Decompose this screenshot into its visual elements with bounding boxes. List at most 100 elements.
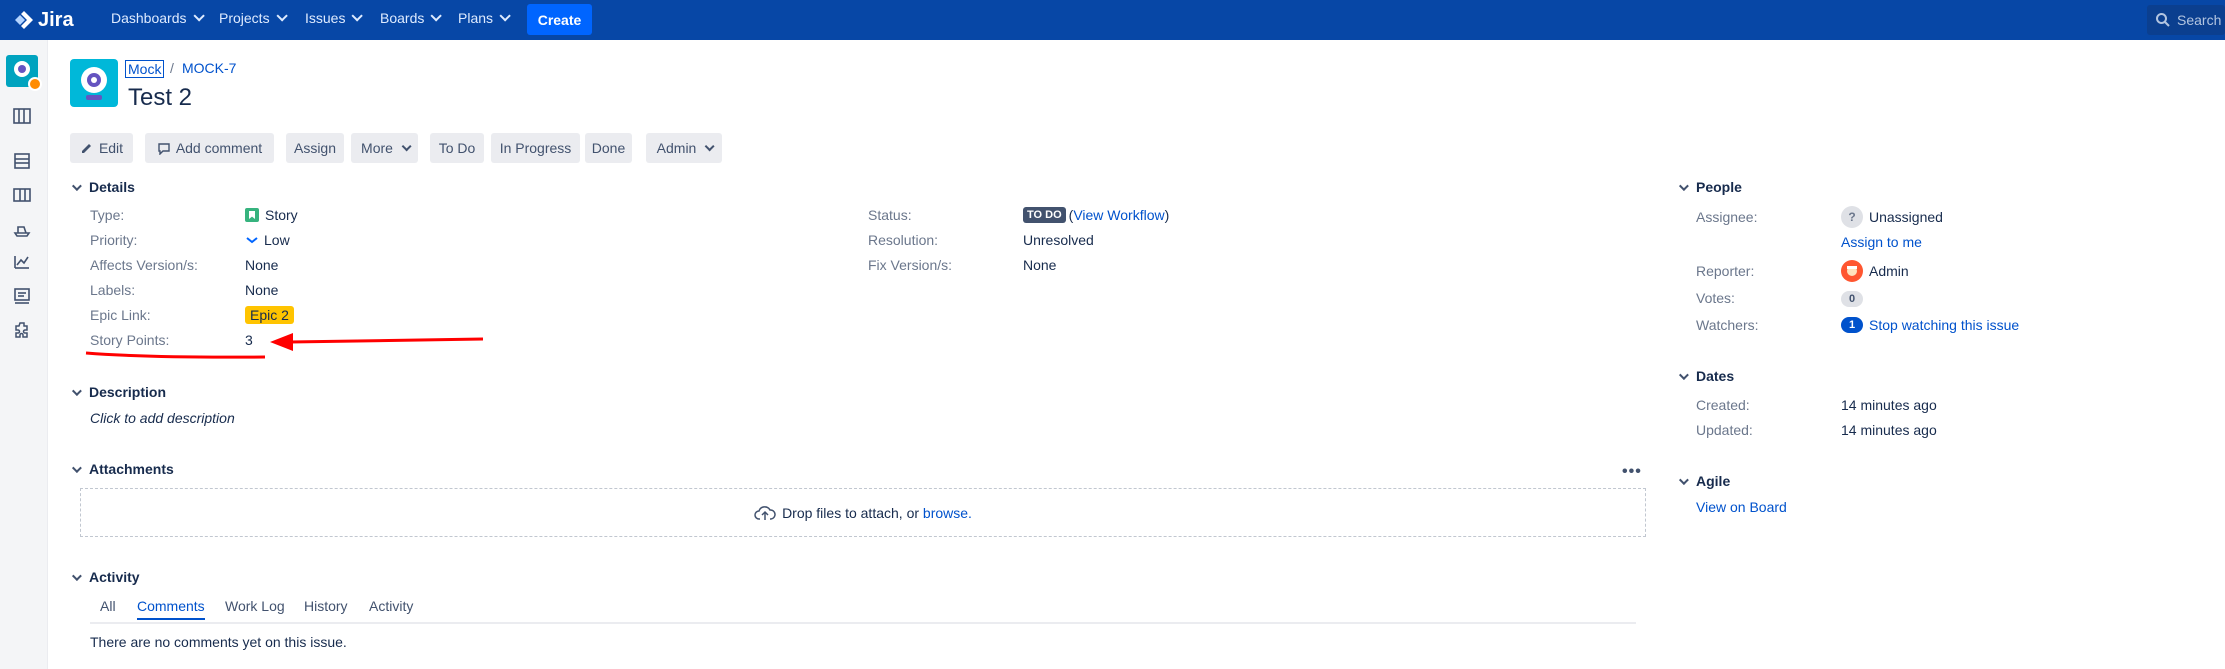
epic-link-label: Epic Link:: [90, 307, 151, 323]
search-input[interactable]: Search: [2147, 5, 2225, 35]
comment-icon: [158, 143, 170, 155]
done-transition-button[interactable]: Done: [585, 133, 632, 163]
breadcrumb-issue-key[interactable]: MOCK-7: [182, 60, 236, 76]
fix-versions-label: Fix Version/s:: [868, 257, 953, 273]
admin-label: Admin: [656, 140, 697, 156]
resolution-value: Unresolved: [1023, 232, 1094, 248]
priority-low-icon: [246, 237, 258, 244]
more-button[interactable]: More: [351, 133, 418, 163]
description-placeholder[interactable]: Click to add description: [90, 410, 235, 426]
releases-icon[interactable]: [12, 219, 32, 239]
issue-title[interactable]: Test 2: [128, 84, 192, 112]
chevron-down-icon: [1678, 369, 1689, 380]
backlog-icon[interactable]: [12, 151, 32, 171]
tab-activity[interactable]: Activity: [369, 598, 413, 614]
fix-versions-value[interactable]: None: [1023, 257, 1056, 273]
assignee-label: Assignee:: [1696, 209, 1758, 225]
search-icon: [2156, 13, 2170, 27]
jira-icon: [15, 11, 33, 29]
nav-projects[interactable]: Projects: [219, 10, 288, 26]
assignee-value-text: Unassigned: [1869, 209, 1943, 225]
attachment-dropzone[interactable]: Drop files to attach, or browse.: [80, 488, 1646, 537]
votes-value[interactable]: 0: [1841, 291, 1869, 307]
nav-boards-label: Boards: [380, 10, 425, 26]
activity-toggle[interactable]: Activity: [70, 569, 140, 585]
dates-toggle[interactable]: Dates: [1677, 368, 1734, 384]
edit-button[interactable]: Edit: [70, 133, 133, 163]
watchers-value[interactable]: 1 Stop watching this issue: [1841, 317, 2019, 333]
project-sidebar: [0, 40, 48, 669]
reporter-value[interactable]: Admin: [1841, 260, 1909, 282]
watchers-label: Watchers:: [1696, 317, 1759, 333]
labels-label: Labels:: [90, 282, 136, 298]
nav-plans[interactable]: Plans: [458, 10, 511, 26]
view-on-board-link[interactable]: View on Board: [1696, 499, 1787, 515]
create-button[interactable]: Create: [527, 4, 592, 35]
assign-button[interactable]: Assign: [286, 133, 344, 163]
pencil-icon: [81, 144, 91, 153]
type-value[interactable]: Story: [245, 207, 298, 223]
in-progress-transition-button[interactable]: In Progress: [491, 133, 580, 163]
status-lozenge: TO DO: [1023, 207, 1066, 223]
epic-lozenge[interactable]: Epic 2: [245, 306, 294, 324]
issues-icon[interactable]: [12, 286, 32, 306]
nav-issues[interactable]: Issues: [305, 10, 364, 26]
details-toggle[interactable]: Details: [70, 179, 135, 195]
add-comment-label: Add comment: [175, 140, 263, 156]
stop-watching-link[interactable]: Stop watching this issue: [1869, 317, 2019, 333]
search-placeholder: Search: [2177, 12, 2222, 28]
chevron-down-icon: [1678, 474, 1689, 485]
epic-link-value[interactable]: Epic 2: [245, 306, 294, 324]
type-value-text: Story: [265, 207, 298, 223]
red-underline-mark: [85, 351, 266, 359]
view-workflow-link[interactable]: View Workflow: [1073, 207, 1164, 223]
red-arrow-shaft: [289, 337, 484, 344]
cloud-upload-icon: [754, 505, 776, 520]
tab-work-log[interactable]: Work Log: [225, 598, 285, 614]
roadmap-icon[interactable]: [12, 106, 32, 126]
story-points-value[interactable]: 3: [245, 332, 253, 348]
admin-button[interactable]: Admin: [646, 133, 722, 163]
status-label: Status:: [868, 207, 912, 223]
dates-heading: Dates: [1696, 368, 1735, 384]
tab-history[interactable]: History: [304, 598, 348, 614]
workflow-paren-close: ): [1164, 207, 1170, 223]
jira-logo[interactable]: Jira: [14, 8, 74, 32]
tab-all[interactable]: All: [100, 598, 116, 614]
nav-dashboards-label: Dashboards: [111, 10, 187, 26]
agile-toggle[interactable]: Agile: [1677, 473, 1730, 489]
chevron-down-icon: [401, 140, 412, 151]
add-ons-icon[interactable]: [12, 320, 32, 340]
admin-avatar-icon: [1841, 260, 1863, 282]
assignee-value[interactable]: ? Unassigned: [1841, 206, 1943, 228]
attachments-more-button[interactable]: •••: [1622, 463, 1642, 481]
project-robot-icon: [81, 67, 107, 100]
tab-comments[interactable]: Comments: [137, 598, 205, 620]
breadcrumb-project[interactable]: Mock: [125, 60, 165, 78]
attachments-toggle[interactable]: Attachments: [70, 461, 174, 477]
votes-badge: 0: [1841, 291, 1863, 307]
project-avatar-large[interactable]: [70, 59, 118, 107]
reporter-label: Reporter:: [1696, 263, 1755, 279]
nav-boards[interactable]: Boards: [380, 10, 443, 26]
to-do-transition-button[interactable]: To Do: [430, 133, 484, 163]
assign-to-me-link[interactable]: Assign to me: [1841, 234, 1922, 250]
chevron-down-icon: [71, 570, 82, 581]
chevron-down-icon: [705, 140, 715, 151]
chevron-down-icon: [71, 385, 82, 396]
votes-label: Votes:: [1696, 290, 1735, 306]
type-label: Type:: [90, 207, 125, 223]
labels-value[interactable]: None: [245, 282, 278, 298]
project-avatar[interactable]: [6, 55, 42, 91]
affects-versions-value[interactable]: None: [245, 257, 278, 273]
description-toggle[interactable]: Description: [70, 384, 166, 400]
add-comment-button[interactable]: Add comment: [145, 133, 274, 163]
nav-dashboards[interactable]: Dashboards: [111, 10, 205, 26]
board-icon[interactable]: [12, 185, 32, 205]
browse-link[interactable]: browse.: [923, 505, 972, 521]
reports-icon[interactable]: [12, 252, 32, 272]
priority-value[interactable]: Low: [245, 232, 290, 248]
people-toggle[interactable]: People: [1677, 179, 1742, 195]
chevron-down-icon: [1678, 180, 1689, 191]
updated-label: Updated:: [1696, 422, 1753, 438]
